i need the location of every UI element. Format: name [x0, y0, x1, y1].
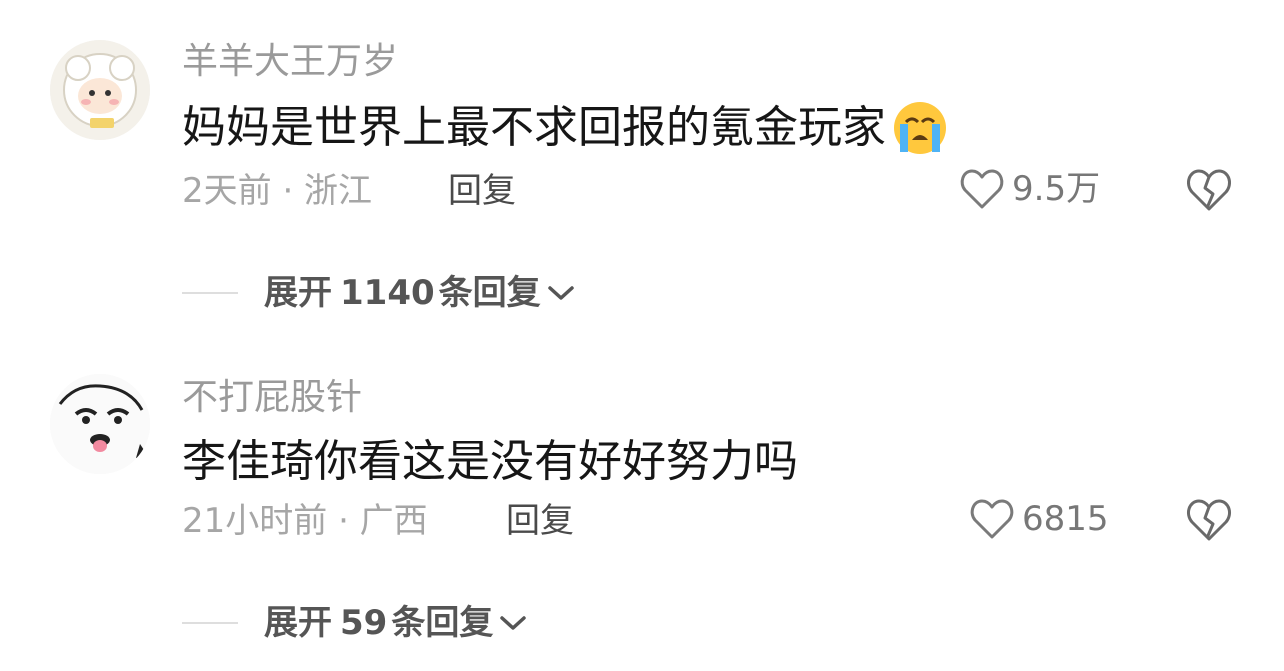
like-count: 9.5万	[1012, 169, 1101, 209]
reply-button[interactable]: 回复	[448, 174, 516, 208]
expand-count: 59	[340, 603, 388, 643]
dislike-button[interactable]	[1186, 168, 1232, 216]
like-button[interactable]: 6815	[970, 498, 1109, 540]
like-button[interactable]: 9.5万	[960, 168, 1100, 210]
loudly-crying-face-icon	[892, 100, 948, 156]
dislike-button[interactable]	[1186, 498, 1232, 546]
comment-meta: 21小时前 · 广西	[182, 501, 428, 541]
like-count: 6815	[1022, 499, 1109, 539]
broken-heart-icon	[1187, 169, 1231, 211]
heart-outline-icon	[970, 499, 1014, 539]
expand-count: 1140	[340, 273, 435, 313]
heart-outline-icon	[960, 169, 1004, 209]
chevron-down-icon	[547, 286, 574, 300]
sheep-avatar-icon	[50, 40, 150, 140]
avatar[interactable]	[50, 374, 150, 474]
comment-text-body: 李佳琦你看这是没有好好努力吗	[182, 436, 798, 487]
comment-text: 李佳琦你看这是没有好好努力吗	[182, 440, 798, 484]
comment-meta: 2天前 · 浙江	[182, 171, 373, 211]
avatar[interactable]	[50, 40, 150, 140]
comment-text: 妈妈是世界上最不求回报的氪金玩家	[182, 100, 948, 156]
expand-suffix: 条回复	[438, 273, 541, 313]
divider-line	[182, 292, 238, 294]
expand-replies-button[interactable]: 展开 1140 条回复	[182, 276, 575, 310]
broken-heart-icon	[1187, 499, 1231, 541]
expand-replies-button[interactable]: 展开 59 条回复	[182, 606, 527, 640]
meme-face-avatar-icon	[50, 374, 150, 474]
expand-prefix: 展开	[264, 603, 332, 643]
reply-button[interactable]: 回复	[506, 504, 574, 538]
expand-prefix: 展开	[264, 273, 332, 313]
comment-username[interactable]: 羊羊大王万岁	[182, 44, 398, 80]
expand-suffix: 条回复	[391, 603, 494, 643]
comment-text-body: 妈妈是世界上最不求回报的氪金玩家	[182, 102, 886, 153]
comment-username[interactable]: 不打屁股针	[182, 380, 362, 416]
chevron-down-icon	[500, 616, 527, 630]
divider-line	[182, 622, 238, 624]
